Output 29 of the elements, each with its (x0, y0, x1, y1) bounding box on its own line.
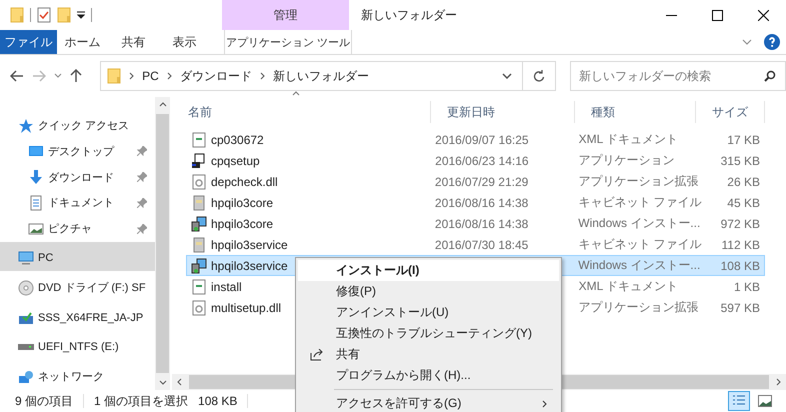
file-size: 315 KB (720, 154, 760, 168)
file-type: キャビネット ファイル (578, 194, 702, 211)
file-size: 17 KB (727, 132, 760, 146)
file-type: XML ドキュメント (578, 131, 678, 148)
file-type: キャビネット ファイル (578, 236, 702, 253)
file-date: 2016/08/16 14:38 (434, 196, 528, 210)
selection-size: 108 KB (198, 394, 238, 408)
file-type: アプリケーション拡張 (578, 299, 698, 316)
file-date: 2016/07/29 21:29 (434, 174, 528, 188)
file-size: 26 KB (727, 174, 760, 188)
file-date: 2016/09/07 16:25 (435, 132, 529, 146)
file-date: 2016/07/30 18:45 (434, 238, 528, 252)
window-title: 新しいフォルダー (360, 6, 458, 24)
file-date: 2016/08/16 14:38 (434, 216, 528, 230)
file-type: アプリケーション拡張 (578, 173, 698, 190)
file-size: 597 KB (720, 300, 760, 314)
file-size: 108 KB (720, 258, 760, 272)
selection-count: 1 個の項目を選択 (94, 392, 188, 410)
file-size: 972 KB (720, 216, 760, 230)
file-type: アプリケーション (578, 152, 675, 169)
file-date: 2016/06/23 14:16 (435, 154, 529, 168)
file-size: 1 KB (734, 280, 760, 294)
file-size: 45 KB (727, 196, 760, 210)
file-size: 112 KB (722, 238, 760, 252)
context-tab-header: 管理 (222, 0, 349, 30)
item-count: 9 個の項目 (15, 392, 74, 410)
file-type: XML ドキュメント (578, 278, 678, 295)
file-type: Windows インストー... (578, 257, 700, 274)
file-type: Windows インストー... (578, 215, 700, 232)
